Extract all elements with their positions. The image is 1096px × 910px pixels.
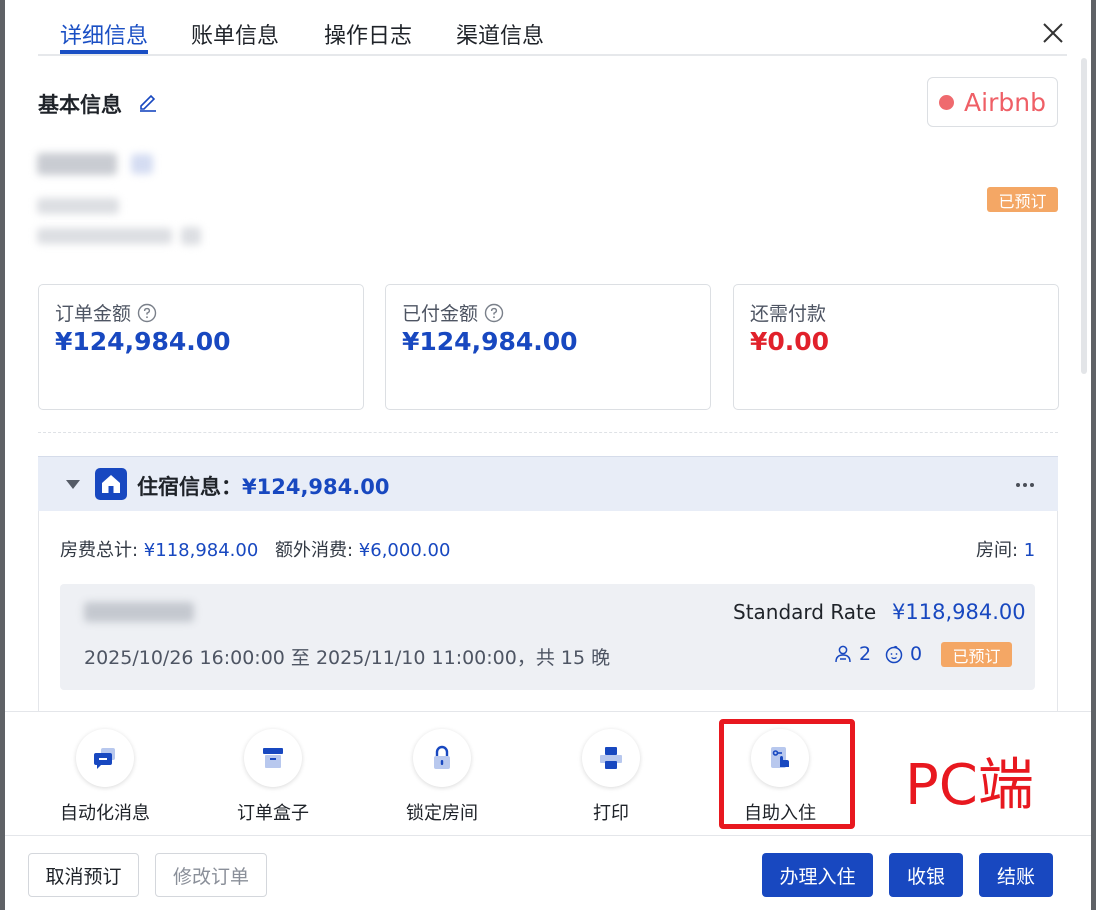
amount-due-label-row: 还需付款 bbox=[750, 299, 826, 326]
print-label: 打印 bbox=[593, 803, 629, 824]
divider bbox=[38, 432, 1058, 433]
lodging-total: ¥124,984.00 bbox=[242, 475, 390, 499]
room-count-value: 1 bbox=[1023, 540, 1036, 561]
room-fee-total: 房费总计: ¥118,984.00 bbox=[60, 536, 258, 562]
amount-due-card: 还需付款 ¥0.00 bbox=[733, 284, 1059, 410]
airbnb-dot-icon bbox=[939, 94, 955, 110]
extra-charges-value: ¥6,000.00 bbox=[358, 540, 451, 561]
child-icon bbox=[885, 645, 903, 664]
lodging-title: 住宿信息：¥124,984.00 bbox=[137, 471, 389, 501]
extra-charges-label: 额外消费: bbox=[275, 540, 359, 561]
tab-billing[interactable]: 账单信息 bbox=[191, 18, 279, 50]
lock-room-action[interactable]: 锁定房间 bbox=[367, 729, 517, 825]
lodging-header[interactable]: 住宿信息：¥124,984.00 bbox=[38, 456, 1058, 511]
order-amount-label: 订单金额 bbox=[55, 303, 132, 325]
room-fee-value: ¥118,984.00 bbox=[143, 540, 259, 561]
automated-message-label: 自动化消息 bbox=[60, 803, 150, 824]
rate-amount: ¥118,984.00 bbox=[892, 600, 1026, 624]
box-icon bbox=[263, 748, 283, 768]
action-icon-wrap bbox=[244, 729, 302, 787]
tab-bar: 详细信息 账单信息 操作日志 渠道信息 bbox=[38, 0, 1067, 56]
channel-name: Airbnb bbox=[964, 87, 1046, 117]
channel-chip: Airbnb bbox=[927, 77, 1058, 127]
edit-icon[interactable] bbox=[137, 90, 159, 112]
cashier-button[interactable]: 收银 bbox=[889, 853, 963, 897]
modify-order-button[interactable]: 修改订单 bbox=[155, 853, 267, 897]
scrollbar[interactable] bbox=[1081, 58, 1087, 374]
adult-count-value: 2 bbox=[859, 643, 872, 665]
paid-amount-label-row: 已付金额 bbox=[402, 299, 504, 326]
paid-amount-label: 已付金额 bbox=[402, 303, 479, 325]
help-icon[interactable] bbox=[484, 303, 504, 323]
tab-details[interactable]: 详细信息 bbox=[60, 18, 148, 50]
lock-room-label: 锁定房间 bbox=[406, 803, 478, 824]
lock-icon bbox=[434, 745, 450, 769]
active-tab-indicator bbox=[60, 50, 148, 54]
action-icon-wrap bbox=[76, 729, 134, 787]
order-box-label: 订单盒子 bbox=[237, 803, 309, 824]
guest-phone-redacted bbox=[37, 198, 119, 214]
guest-tag-redacted bbox=[131, 154, 153, 174]
extra-charges: 额外消费: ¥6,000.00 bbox=[275, 536, 450, 562]
cancel-booking-button[interactable]: 取消预订 bbox=[28, 853, 139, 897]
tab-channel[interactable]: 渠道信息 bbox=[456, 18, 544, 50]
order-amount-value: ¥124,984.00 bbox=[55, 327, 231, 356]
lodging-title-label: 住宿信息： bbox=[137, 475, 242, 499]
annotation-pc-label: PC端 bbox=[905, 753, 1034, 818]
section-title-basic: 基本信息 bbox=[38, 93, 122, 117]
printer-icon bbox=[600, 747, 622, 769]
message-icon bbox=[94, 748, 115, 769]
child-count-value: 0 bbox=[910, 643, 923, 665]
help-icon[interactable] bbox=[137, 303, 157, 323]
room-name-redacted bbox=[84, 602, 194, 622]
order-amount-card: 订单金额 ¥124,984.00 bbox=[38, 284, 364, 410]
checkin-button[interactable]: 办理入住 bbox=[762, 853, 873, 897]
adult-icon bbox=[835, 645, 851, 663]
order-amount-label-row: 订单金额 bbox=[55, 299, 157, 326]
action-icon-wrap bbox=[582, 729, 640, 787]
room-count-label: 房间: bbox=[976, 540, 1024, 561]
guest-name-redacted bbox=[37, 153, 117, 175]
room-status-badge: 已预订 bbox=[941, 642, 1012, 667]
stay-date-range: 2025/10/26 16:00:00 至 2025/11/10 11:00:0… bbox=[84, 647, 611, 669]
paid-amount-value: ¥124,984.00 bbox=[402, 327, 578, 356]
automated-message-action[interactable]: 自动化消息 bbox=[30, 729, 180, 825]
adult-count: 2 bbox=[833, 643, 871, 665]
more-icon[interactable] bbox=[1016, 483, 1034, 487]
order-detail-panel: 详细信息 账单信息 操作日志 渠道信息 基本信息 Airbnb 已预订 订单金额… bbox=[5, 0, 1091, 910]
highlight-box bbox=[719, 719, 855, 829]
tab-operation-log[interactable]: 操作日志 bbox=[324, 18, 412, 50]
rate-plan-name: Standard Rate bbox=[733, 600, 877, 624]
room-fee-label: 房费总计: bbox=[60, 540, 144, 561]
room-card[interactable] bbox=[60, 584, 1035, 690]
print-action[interactable]: 打印 bbox=[536, 729, 686, 825]
guest-email-redacted bbox=[37, 228, 172, 244]
room-count: 房间: 1 bbox=[976, 536, 1035, 562]
paid-amount-card: 已付金额 ¥124,984.00 bbox=[385, 284, 711, 410]
close-icon[interactable] bbox=[1040, 20, 1066, 46]
home-icon bbox=[95, 468, 127, 500]
action-icon-wrap bbox=[413, 729, 471, 787]
caret-down-icon[interactable] bbox=[66, 480, 80, 489]
status-badge: 已预订 bbox=[987, 187, 1058, 212]
copy-icon[interactable] bbox=[181, 227, 201, 245]
order-box-action[interactable]: 订单盒子 bbox=[198, 729, 348, 825]
child-count: 0 bbox=[884, 643, 922, 665]
amount-due-value: ¥0.00 bbox=[750, 327, 830, 356]
checkout-button[interactable]: 结账 bbox=[979, 853, 1053, 897]
amount-due-label: 还需付款 bbox=[750, 303, 827, 325]
